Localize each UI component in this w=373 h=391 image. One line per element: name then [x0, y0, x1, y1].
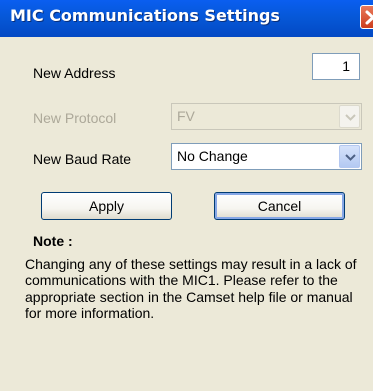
cancel-button[interactable]: Cancel	[214, 192, 345, 220]
protocol-select[interactable]: FV	[171, 103, 362, 130]
settings-dialog: MIC Communications Settings New Address …	[0, 0, 373, 391]
protocol-value: FV	[177, 108, 195, 124]
title-bar[interactable]: MIC Communications Settings	[0, 0, 373, 37]
chevron-down-icon	[345, 154, 356, 161]
note-heading: Note :	[33, 233, 73, 249]
window-title: MIC Communications Settings	[10, 6, 280, 25]
protocol-dropdown-button[interactable]	[339, 105, 360, 128]
note-text: Changing any of these settings may resul…	[25, 256, 357, 322]
protocol-label: New Protocol	[33, 110, 117, 126]
baud-value: No Change	[177, 148, 248, 164]
baud-rate-select[interactable]: No Change	[171, 143, 362, 170]
address-input[interactable]: 1	[312, 53, 360, 80]
apply-button[interactable]: Apply	[41, 192, 172, 220]
baud-label: New Baud Rate	[33, 151, 132, 167]
chevron-down-icon	[345, 114, 356, 121]
dialog-body: New Address 1 New Protocol FV New Baud R…	[0, 37, 373, 391]
close-icon	[365, 10, 373, 25]
close-button[interactable]	[360, 5, 373, 29]
baud-dropdown-button[interactable]	[339, 145, 360, 168]
address-label: New Address	[33, 65, 116, 81]
